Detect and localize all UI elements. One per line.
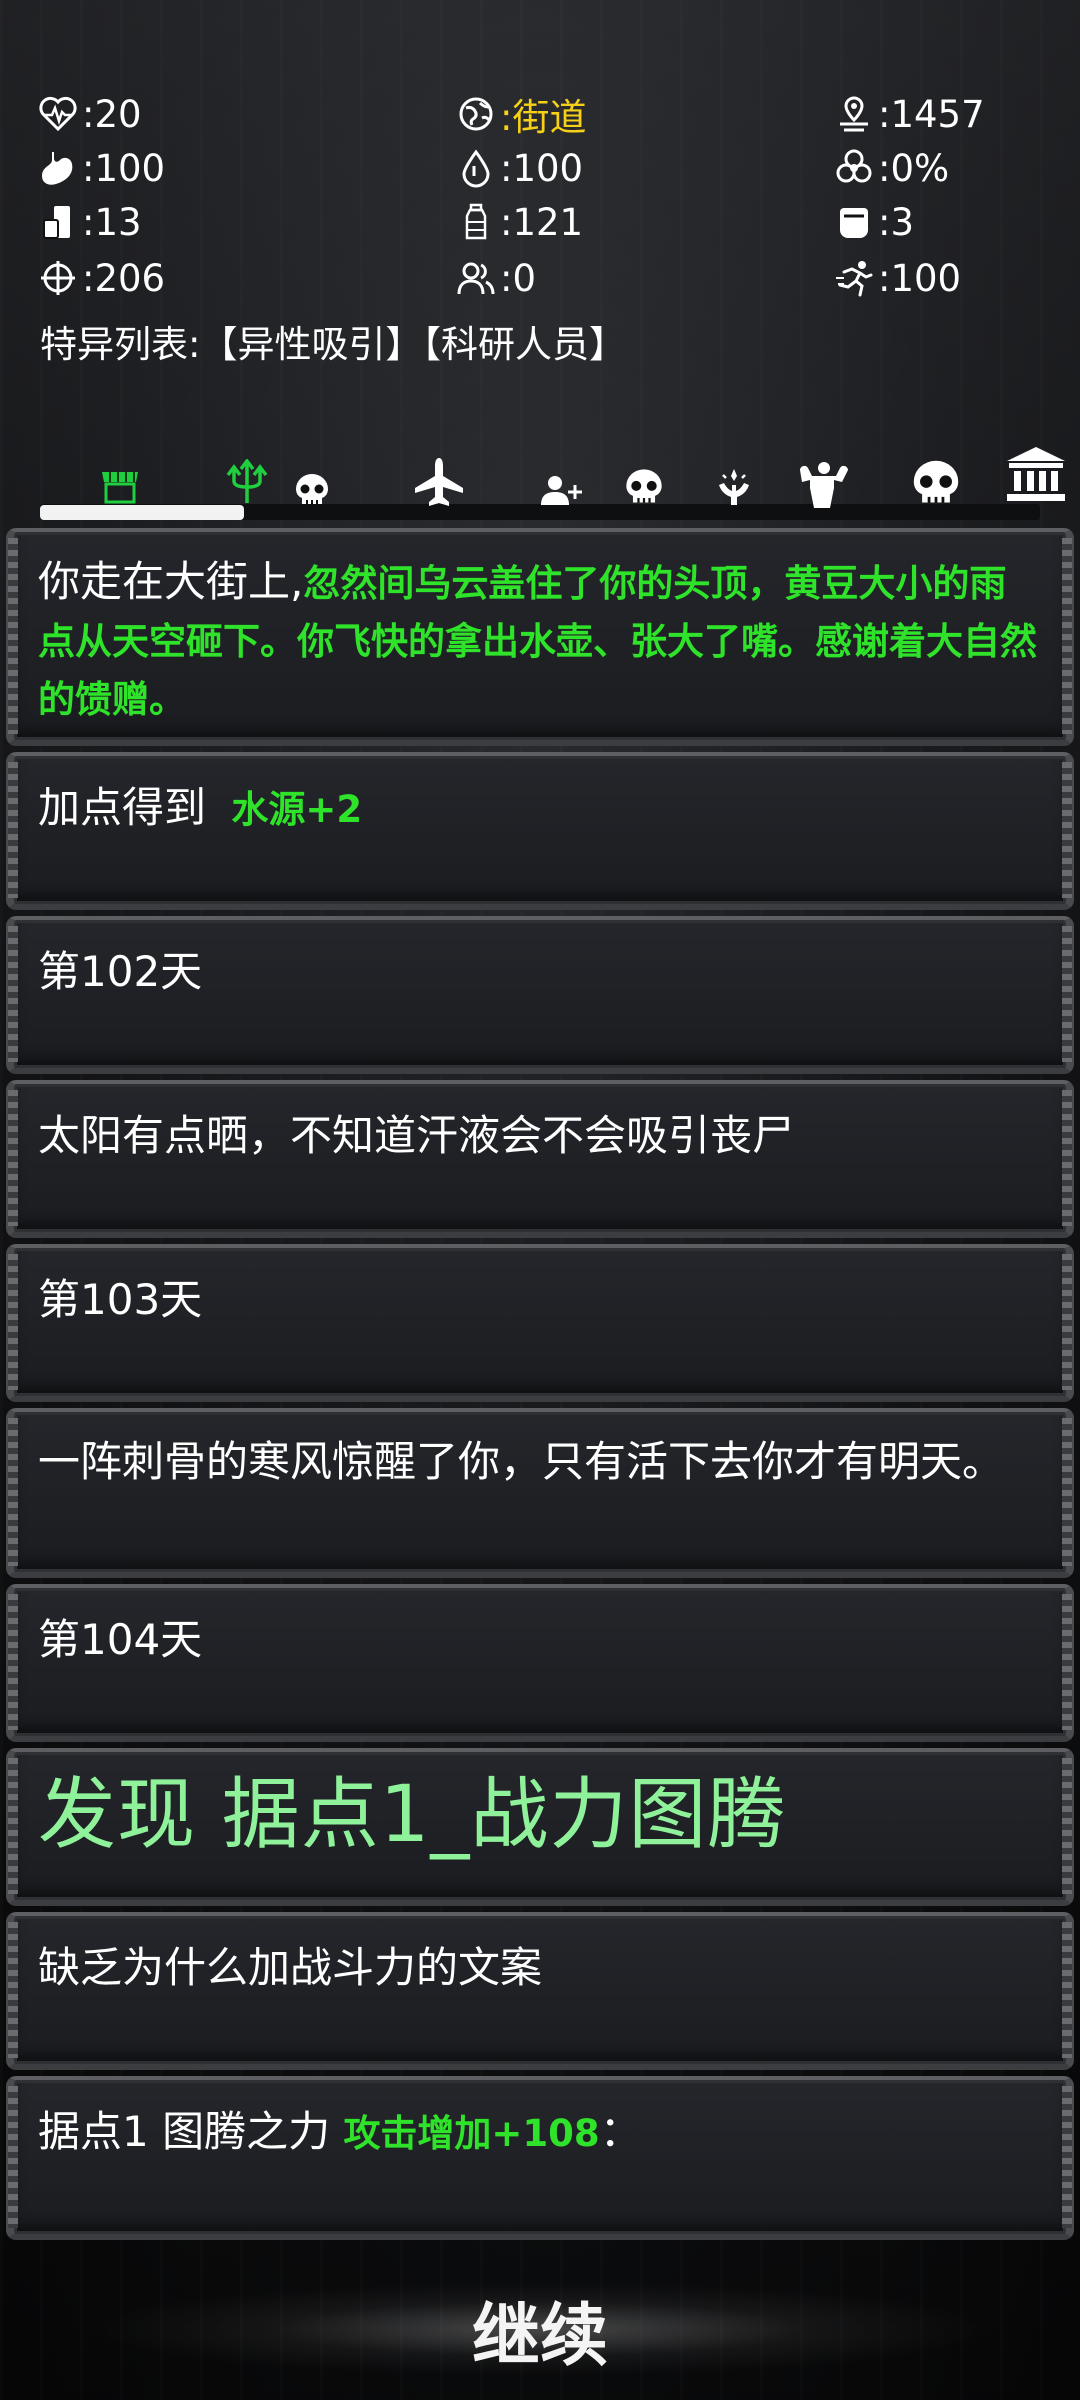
log-entry: 你走在大街上,忽然间乌云盖住了你的头顶，黄豆大小的雨点从天空砸下。你飞快的拿出水…	[6, 528, 1074, 746]
water-drop-icon	[456, 148, 496, 188]
log-entry: 太阳有点晒，不知道汗液会不会吸引丧尸	[6, 1080, 1074, 1238]
stat-water: :121	[456, 196, 583, 248]
stat-distance: :1457	[834, 88, 985, 140]
tab-weapons[interactable]	[222, 458, 272, 506]
shop-icon	[102, 472, 138, 504]
tab-shop[interactable]	[98, 466, 142, 506]
hand-sparkle-icon	[719, 469, 749, 505]
continue-button[interactable]: 继续	[0, 2274, 1080, 2384]
people-icon	[456, 258, 496, 298]
tab-zombies-3[interactable]	[908, 456, 964, 510]
log-entry: 第104天	[6, 1584, 1074, 1742]
stat-companions: :0	[456, 252, 536, 304]
globe-icon	[456, 94, 496, 134]
tab-skills[interactable]	[712, 464, 756, 508]
tab-selected-indicator	[40, 505, 244, 520]
skull-icon	[296, 474, 328, 504]
stat-thirst: :100	[456, 142, 583, 194]
stat-accuracy: :206	[38, 252, 165, 304]
airplane-icon	[415, 458, 463, 506]
stomach-icon	[38, 148, 78, 188]
stat-mind: :3	[834, 196, 914, 248]
trident-icon	[226, 459, 268, 503]
bank-icon	[1007, 447, 1065, 501]
log-entry-discovery: 发现 据点1_战力图腾	[6, 1748, 1074, 1906]
log-entry: 据点1 图腾之力 攻击增加+108：	[6, 2076, 1074, 2240]
stat-hunger: :100	[38, 142, 165, 194]
log-entry: 一阵刺骨的寒风惊醒了你，只有活下去你才有明天。	[6, 1408, 1074, 1578]
skull-icon	[626, 469, 662, 503]
heartbeat-icon	[38, 94, 78, 134]
strongman-icon	[800, 462, 848, 508]
log-entry: 缺乏为什么加战斗力的文案	[6, 1912, 1074, 2070]
tab-base[interactable]	[1004, 444, 1068, 504]
stat-stamina: :100	[834, 252, 961, 304]
traits-list: 特异列表:【异性吸引】【科研人员】	[40, 323, 626, 366]
add-user-icon	[541, 476, 582, 505]
stat-infection: :0%	[834, 142, 949, 194]
tab-travel[interactable]	[410, 456, 468, 506]
log-entry: 第102天	[6, 916, 1074, 1074]
skull-icon	[913, 460, 959, 503]
log-entry: 第103天	[6, 1244, 1074, 1402]
biohazard-icon	[834, 148, 874, 188]
stat-food: :13	[38, 196, 142, 248]
tab-zombies-1[interactable]	[292, 470, 332, 510]
water-bottle-icon	[456, 202, 496, 242]
head-icon	[834, 202, 874, 242]
tab-training[interactable]	[796, 460, 852, 508]
tab-recruit[interactable]	[540, 472, 584, 508]
tab-zombies-2[interactable]	[622, 466, 666, 508]
food-can-icon	[38, 202, 78, 242]
running-icon	[834, 258, 874, 298]
location-icon	[834, 94, 874, 134]
log-entry: 加点得到 水源+2	[6, 752, 1074, 910]
crosshair-icon	[38, 258, 78, 298]
stat-health: :20	[38, 88, 142, 140]
stat-location: :街道	[456, 88, 586, 140]
